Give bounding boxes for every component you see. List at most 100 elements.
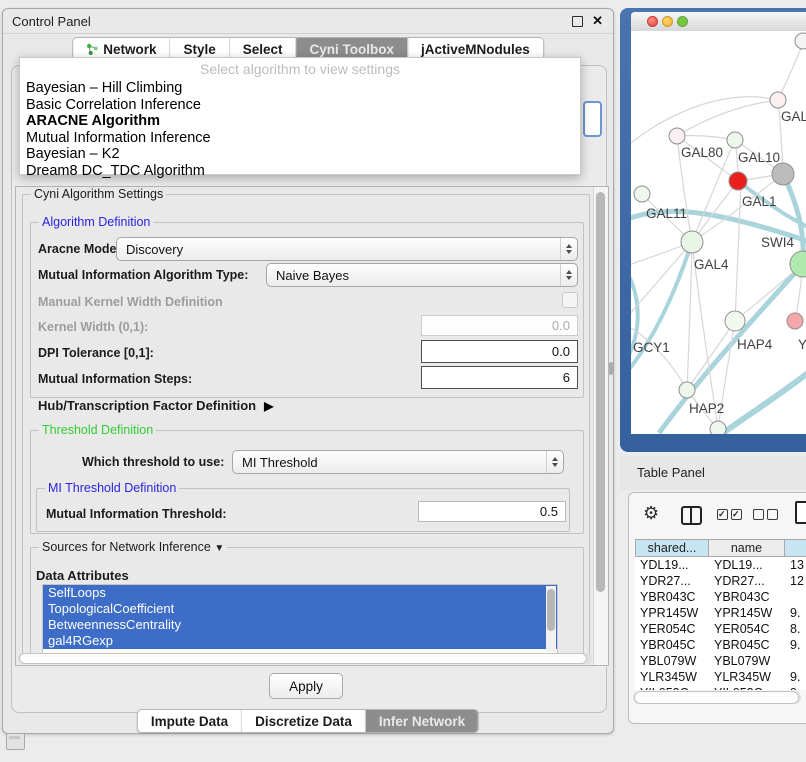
inference-algorithm-combo-arrow[interactable] — [583, 101, 602, 137]
network-graph-icon — [86, 43, 98, 56]
network-node[interactable] — [772, 163, 794, 185]
combo-arrows-icon — [546, 451, 563, 473]
apply-button[interactable]: Apply — [269, 673, 343, 699]
network-canvas[interactable]: GALGAL80GAL10GAL1GAL11GAL4SWI4GCY1HAP4YH… — [631, 31, 806, 434]
network-node[interactable] — [710, 421, 726, 434]
network-window-titlebar — [631, 12, 806, 32]
network-edge — [687, 242, 692, 390]
gear-icon[interactable]: ⚙ — [643, 503, 659, 524]
tab-label: Select — [243, 42, 283, 57]
kernel-width-input[interactable]: 0.0 — [421, 315, 578, 336]
select-all-checkboxes-icon[interactable]: ✓ ✓ — [717, 509, 742, 520]
algorithm-option[interactable]: Mutual Information Inference — [26, 130, 211, 146]
network-node-gal4[interactable] — [681, 231, 703, 253]
which-threshold-select[interactable]: MI Threshold — [232, 450, 564, 474]
settings-vertical-scrollbar[interactable] — [593, 187, 608, 665]
algorithm-option[interactable]: Bayesian – Hill Climbing — [26, 80, 182, 96]
float-window-icon[interactable] — [572, 16, 583, 27]
mi-threshold-value: 0.5 — [540, 504, 558, 519]
close-icon[interactable]: ✕ — [592, 13, 603, 29]
network-edge — [631, 242, 692, 379]
column-header-name[interactable]: name — [709, 539, 785, 557]
attribute-item[interactable]: gal4RGexp — [43, 633, 557, 649]
table-row[interactable]: YDL19...YDL19...13 — [635, 557, 806, 573]
panel-divider-handle[interactable] — [609, 362, 613, 375]
table-cell: YIL052C — [709, 685, 785, 690]
mi-steps-input[interactable]: 6 — [421, 366, 578, 389]
network-node[interactable] — [795, 33, 806, 49]
combo-arrows-icon — [560, 264, 577, 286]
collapse-arrow-icon[interactable]: ▼ — [214, 543, 224, 554]
hub-transcription-factor-expander[interactable]: Hub/Transcription Factor Definition ▶ — [38, 398, 273, 413]
columns-icon[interactable] — [681, 506, 702, 525]
table-row[interactable]: YER054CYER054C8. — [635, 621, 806, 637]
hub-transcription-factor-label: Hub/Transcription Factor Definition — [38, 398, 256, 413]
table-row[interactable]: YBR045CYBR045C9. — [635, 637, 806, 653]
document-icon[interactable] — [795, 501, 806, 524]
mi-algorithm-type-select[interactable]: Naive Bayes — [266, 263, 578, 287]
column-header-shared...[interactable]: shared... — [635, 539, 709, 557]
table-row[interactable]: YLR345WYLR345W9. — [635, 669, 806, 685]
network-edge — [677, 136, 735, 140]
attribute-item[interactable]: BetweennessCentrality — [43, 617, 557, 633]
network-node-gal11[interactable] — [634, 186, 650, 202]
network-edge — [677, 100, 778, 136]
table-row[interactable]: YBR043CYBR043C — [635, 589, 806, 605]
node-label: GAL11 — [646, 206, 687, 221]
attribute-item[interactable]: SelfLoops — [43, 585, 557, 601]
column-header-extra[interactable] — [785, 539, 806, 557]
table-cell: YDR27... — [635, 573, 709, 589]
node-table: shared...name YDL19...YDL19...13YDR27...… — [635, 539, 806, 690]
algorithm-option[interactable]: Dream8 DC_TDC Algorithm — [26, 163, 205, 179]
network-node-gal[interactable] — [770, 92, 786, 108]
aracne-mode-select[interactable]: Discovery — [116, 237, 578, 261]
unchecked-box-icon — [767, 509, 778, 520]
deselect-all-checkboxes-icon[interactable] — [753, 509, 778, 520]
network-node-gal10[interactable] — [727, 132, 743, 148]
table-header-row: shared...name — [635, 539, 806, 557]
zoom-traffic-light[interactable] — [677, 16, 688, 27]
minimize-traffic-light[interactable] — [662, 16, 673, 27]
table-cell: YDL19... — [635, 557, 709, 573]
mi-steps-value: 6 — [563, 370, 570, 385]
tab-infer-network[interactable]: Infer Network — [366, 710, 478, 732]
threshold-definition-title: Threshold Definition — [39, 423, 156, 437]
node-label: Y — [798, 337, 806, 352]
network-node-gal80[interactable] — [669, 128, 685, 144]
cyni-bottom-tab-bar: Impute DataDiscretize DataInfer Network — [137, 709, 479, 733]
network-node-hap4[interactable] — [725, 311, 745, 331]
table-body: YDL19...YDL19...13YDR27...YDR27...12YBR0… — [635, 557, 806, 690]
node-label: GAL — [781, 109, 806, 124]
mi-threshold-input[interactable]: 0.5 — [418, 501, 566, 522]
algorithm-option[interactable]: Bayesian – K2 — [26, 146, 120, 162]
table-horizontal-scrollbar[interactable] — [633, 691, 801, 704]
node-label: HAP2 — [689, 401, 724, 416]
network-node-hap2[interactable] — [679, 382, 695, 398]
table-cell: 13 — [785, 557, 806, 573]
tab-impute-data[interactable]: Impute Data — [138, 710, 242, 732]
algorithm-definition-title: Algorithm Definition — [39, 215, 153, 229]
mi-steps-label: Mutual Information Steps: — [38, 372, 192, 386]
table-row[interactable]: YIL052CYIL052C9. — [635, 685, 806, 690]
close-traffic-light[interactable] — [647, 16, 658, 27]
attribute-item[interactable]: TopologicalCoefficient — [43, 601, 557, 617]
network-node-y[interactable] — [787, 313, 803, 329]
algorithm-option[interactable]: Basic Correlation Inference — [26, 97, 201, 113]
attributes-scrollbar[interactable] — [546, 586, 556, 652]
dpi-tolerance-input[interactable]: 0.0 — [421, 340, 578, 363]
which-threshold-label: Which threshold to use: — [82, 455, 224, 469]
table-row[interactable]: YPR145WYPR145W9. — [635, 605, 806, 621]
panel-corner-icon[interactable] — [6, 733, 25, 750]
table-cell: YIL052C — [635, 685, 709, 690]
network-node-gal1[interactable] — [729, 172, 747, 190]
table-cell: YDL19... — [709, 557, 785, 573]
algorithm-option[interactable]: ARACNE Algorithm — [26, 113, 160, 129]
table-cell: 8. — [785, 621, 806, 637]
checked-box-icon: ✓ — [731, 509, 742, 520]
table-row[interactable]: YDR27...YDR27...12 — [635, 573, 806, 589]
tab-discretize-data[interactable]: Discretize Data — [242, 710, 366, 732]
settings-scroll-area: Cyni Algorithm Settings Algorithm Defini… — [15, 186, 609, 666]
manual-kernel-width-checkbox[interactable] — [562, 292, 578, 308]
table-row[interactable]: YBL079WYBL079W — [635, 653, 806, 669]
settings-horizontal-scrollbar[interactable] — [18, 653, 592, 664]
